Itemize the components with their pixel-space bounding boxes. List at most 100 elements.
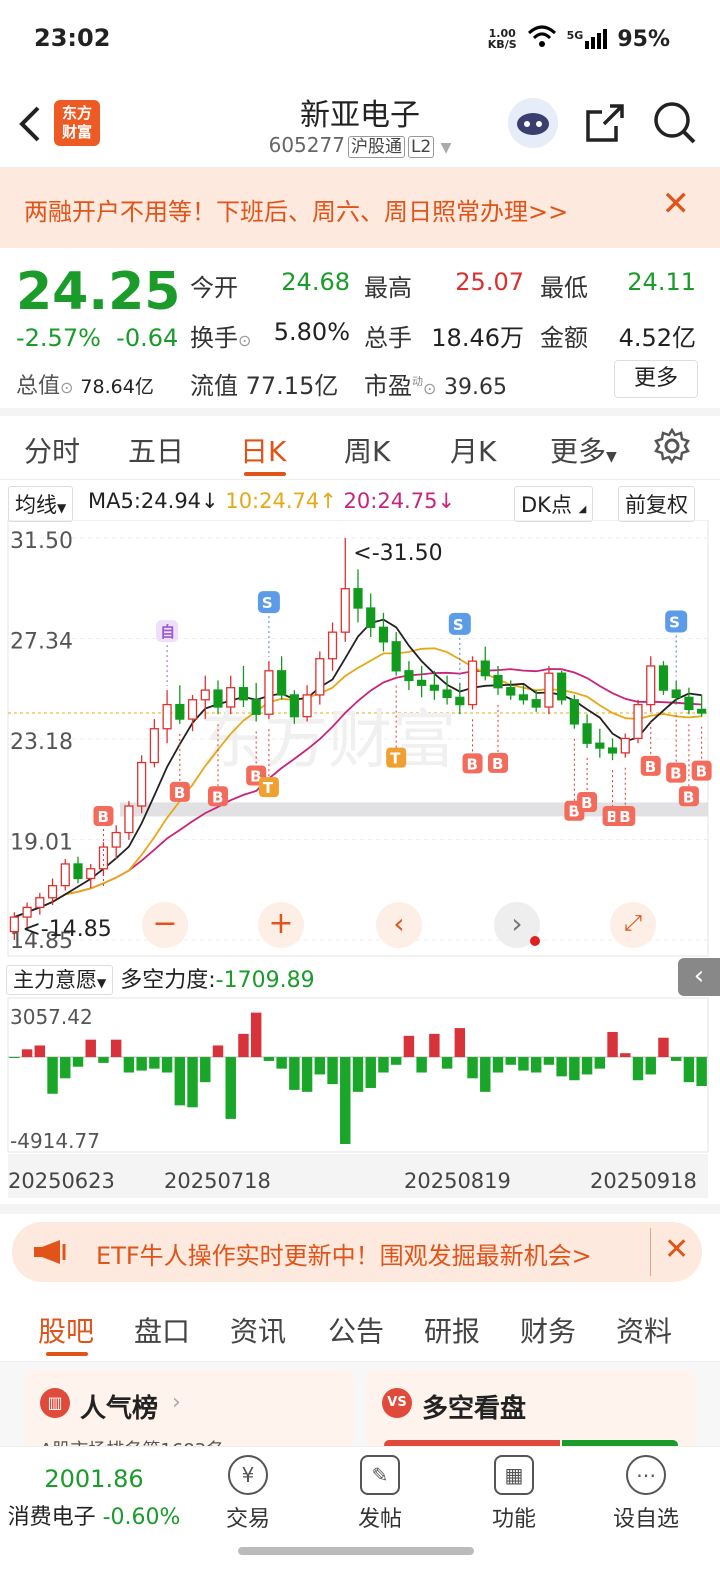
indicator-bar — [174, 1057, 186, 1106]
candle-body — [531, 699, 541, 708]
indicator-bar — [60, 1057, 71, 1079]
indicator-bar — [250, 1012, 262, 1058]
indicator-bar — [543, 1057, 555, 1065]
candle-body — [455, 696, 465, 706]
volume-label: 总手 — [364, 324, 412, 352]
nav-watchlist[interactable]: ⋯ 设自选 — [596, 1455, 696, 1533]
indicator-bar — [34, 1045, 46, 1058]
etf-ad-banner[interactable]: ETF牛人操作实时更新中！围观发掘最新机会> ✕ — [12, 1222, 702, 1282]
tab-more[interactable]: 更多▼ — [550, 430, 617, 470]
gear-icon[interactable] — [654, 427, 690, 468]
indicator-bar — [225, 1057, 236, 1119]
candle-body — [9, 916, 19, 933]
signal-label: S — [669, 613, 680, 631]
indicator-bar — [238, 1033, 249, 1058]
zoom-out-button[interactable]: − — [142, 902, 188, 948]
dropdown-icon[interactable]: ▼ — [441, 140, 452, 156]
pan-left-button[interactable]: ‹ — [376, 902, 422, 948]
tab-announcements[interactable]: 公告 — [328, 1310, 384, 1350]
indicator-bar — [390, 1057, 402, 1065]
tab-daily-k[interactable]: 日K — [240, 430, 286, 470]
bull-bear-title: 多空看盘 — [422, 1394, 527, 1424]
tab-finance[interactable]: 财务 — [520, 1310, 576, 1350]
ma-selector[interactable]: 均线▼ — [8, 486, 74, 522]
period-tabs: 分时 五日 日K 周K 月K 更多▼ — [0, 416, 720, 480]
candle-body — [124, 805, 134, 834]
kline-chart[interactable]: 31.50 27.34 23.18 19.01 14.85 东方财富 <-31.50 <-14… — [0, 519, 720, 1200]
candle-body — [620, 737, 630, 754]
back-icon[interactable] — [14, 104, 44, 148]
tab-research[interactable]: 研报 — [424, 1310, 480, 1350]
wifi-icon — [527, 24, 557, 54]
tab-guba[interactable]: 股吧 — [38, 1310, 94, 1350]
share-icon[interactable] — [584, 102, 626, 148]
volume-value: 18.46万 — [431, 324, 524, 352]
tab-intraday[interactable]: 分时 — [24, 430, 80, 470]
watermark: 东方财富 — [200, 704, 456, 778]
vs-icon: VS — [382, 1388, 412, 1418]
ad-text[interactable]: ETF牛人操作实时更新中！围观发掘最新机会> — [96, 1236, 592, 1271]
signal-label: B — [696, 763, 707, 781]
adjust-selector[interactable]: 前复权 — [618, 486, 695, 522]
signal-label: S — [262, 594, 273, 612]
candle-body — [327, 631, 338, 660]
active-tab-underline — [46, 1352, 88, 1356]
candle-body — [353, 588, 363, 609]
candle-body — [315, 658, 325, 696]
assistant-avatar-icon[interactable] — [508, 98, 558, 148]
indicator-bar — [620, 1053, 631, 1058]
divider — [0, 1204, 720, 1214]
signal-label: B — [645, 758, 656, 776]
indicator-bar — [47, 1057, 58, 1094]
y-tick-label: 27.34 — [10, 629, 73, 654]
indicator-bar — [467, 1057, 478, 1079]
indicator-bar — [9, 1057, 20, 1059]
max-price-label: <-31.50 — [353, 541, 442, 566]
collapse-panel-icon[interactable]: ‹ — [678, 958, 720, 996]
ad-close-icon[interactable]: ✕ — [664, 1232, 689, 1267]
indicator-bar — [340, 1057, 351, 1144]
banner-text[interactable]: 两融开户不用等！下班后、周六、周日照常办理>> — [24, 192, 568, 227]
x-tick-label: 20250718 — [164, 1169, 271, 1193]
amount-label: 金额 — [540, 324, 588, 352]
search-icon[interactable] — [652, 100, 696, 148]
candle-body — [429, 684, 439, 691]
fullscreen-icon[interactable]: ⤢ — [610, 902, 656, 948]
tab-weekly-k[interactable]: 周K — [344, 430, 390, 470]
nav-trade[interactable]: ¥ 交易 — [198, 1455, 298, 1533]
zoom-in-button[interactable]: + — [258, 902, 304, 948]
candle-body — [506, 687, 516, 696]
tab-monthly-k[interactable]: 月K — [450, 430, 496, 470]
indicator-bar — [403, 1035, 415, 1058]
signal-label: S — [453, 616, 464, 634]
indicator-bar — [352, 1057, 364, 1092]
indicator-selector[interactable]: 主力意愿▼ — [6, 965, 114, 995]
indicator-bar — [327, 1057, 338, 1085]
tab-news[interactable]: 资讯 — [230, 1310, 286, 1350]
bull-bear-card[interactable]: VS 多空看盘 — [366, 1370, 696, 1450]
indicator-bar — [581, 1057, 593, 1075]
more-quote-button[interactable]: 更多 — [614, 360, 698, 398]
nav-post[interactable]: ✎ 发帖 — [330, 1455, 430, 1533]
candle-body — [264, 670, 274, 715]
candle-body — [557, 672, 567, 701]
banner-close-icon[interactable]: ✕ — [662, 184, 691, 224]
candle-body — [607, 747, 618, 754]
nav-functions[interactable]: ▦ 功能 — [464, 1455, 564, 1533]
candle-body — [213, 689, 223, 708]
tab-five-day[interactable]: 五日 — [128, 430, 184, 470]
tab-pankou[interactable]: 盘口 — [134, 1310, 190, 1350]
indicator-bar — [556, 1057, 567, 1077]
indicator-bar — [149, 1057, 160, 1069]
popularity-card[interactable]: ▥ 人气榜 › A股市场排名第1683名 — [24, 1370, 354, 1450]
tab-profile[interactable]: 资料 — [616, 1310, 672, 1350]
open-label: 今开 — [190, 274, 238, 302]
high-value: 25.07 — [455, 268, 524, 296]
candle-body — [569, 699, 579, 725]
indicator-bar — [670, 1057, 682, 1061]
x-tick-label: 20250819 — [404, 1169, 511, 1193]
dk-point-selector[interactable]: DK点 ◢ — [514, 486, 594, 522]
index-ticker[interactable]: 2001.86 消费电子 -0.60% — [4, 1465, 184, 1531]
indicator-bar — [136, 1057, 147, 1071]
margin-banner[interactable]: 两融开户不用等！下班后、周六、周日照常办理>> ✕ — [0, 168, 720, 248]
